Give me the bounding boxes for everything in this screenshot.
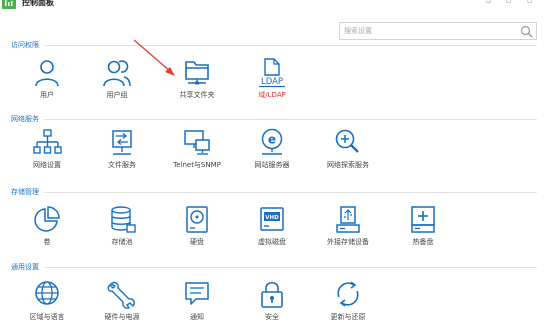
hard-disk-icon <box>186 206 208 233</box>
web-server-icon: e <box>261 128 283 155</box>
item-label: 通知 <box>190 313 204 321</box>
item-hard-disk[interactable]: 硬盘 <box>167 205 227 255</box>
hardware-power-icon <box>107 281 135 309</box>
item-label: 更新与还原 <box>330 313 366 321</box>
item-region-language[interactable]: 区域与语言 <box>17 280 77 330</box>
item-update-restore[interactable]: 更新与还原 <box>318 280 378 330</box>
item-label: 硬件与电源 <box>104 313 140 321</box>
globe-icon <box>35 281 59 305</box>
item-label: 外接存储设备 <box>327 238 369 246</box>
telnet-snmp-icon <box>184 130 210 155</box>
item-hardware-power[interactable]: 硬件与电源 <box>92 280 152 330</box>
virtual-disk-icon: VHD <box>260 207 284 231</box>
item-label: 安全 <box>265 313 279 321</box>
item-network-settings[interactable]: 网络设置 <box>17 128 77 178</box>
item-label: 存储池 <box>111 238 133 246</box>
notification-icon <box>185 282 209 305</box>
section-title-general: 通用设置 <box>11 263 39 271</box>
item-security[interactable]: 安全 <box>242 280 302 330</box>
network-icon <box>33 129 62 154</box>
section-divider <box>44 192 537 193</box>
item-notification[interactable]: 通知 <box>167 280 227 330</box>
hot-spare-icon <box>411 206 435 233</box>
section-title-network: 网络服务 <box>11 115 39 123</box>
item-label: 热备盘 <box>412 238 434 246</box>
section-title-storage: 存储管理 <box>11 188 39 196</box>
item-label: 网站服务器 <box>254 161 290 169</box>
item-label: 虚拟磁盘 <box>258 238 286 246</box>
item-external-storage[interactable]: 外接存储设备 <box>318 205 378 255</box>
item-telnet-snmp[interactable]: Telnet与SNMP <box>167 128 227 178</box>
item-virtual-disk[interactable]: VHD 虚拟磁盘 <box>242 205 302 255</box>
item-label: 网络探索服务 <box>327 161 369 169</box>
svg-text:VHD: VHD <box>265 215 279 221</box>
external-storage-icon <box>336 206 360 233</box>
item-storage-pool[interactable]: 存储池 <box>92 205 152 255</box>
svg-text:e: e <box>268 133 276 147</box>
item-file-service[interactable]: 文件服务 <box>92 128 152 178</box>
item-label: 网络设置 <box>33 161 61 169</box>
volume-icon <box>34 206 60 232</box>
item-volume[interactable]: 卷 <box>17 205 77 255</box>
item-label: 文件服务 <box>108 161 136 169</box>
section-divider <box>44 267 537 268</box>
security-icon <box>261 281 283 308</box>
item-label: 硬盘 <box>190 238 204 246</box>
section-divider <box>44 119 537 120</box>
network-discovery-icon <box>335 129 359 153</box>
item-label: Telnet与SNMP <box>173 161 221 169</box>
item-network-discovery[interactable]: 网络探索服务 <box>318 128 378 178</box>
item-web-server[interactable]: e 网站服务器 <box>242 128 302 178</box>
item-label: 区域与语言 <box>29 313 65 321</box>
storage-pool-icon <box>111 206 136 233</box>
item-hot-spare[interactable]: 热备盘 <box>393 205 453 255</box>
update-restore-icon <box>337 281 359 307</box>
file-service-icon <box>112 130 132 155</box>
item-label: 卷 <box>43 238 51 246</box>
